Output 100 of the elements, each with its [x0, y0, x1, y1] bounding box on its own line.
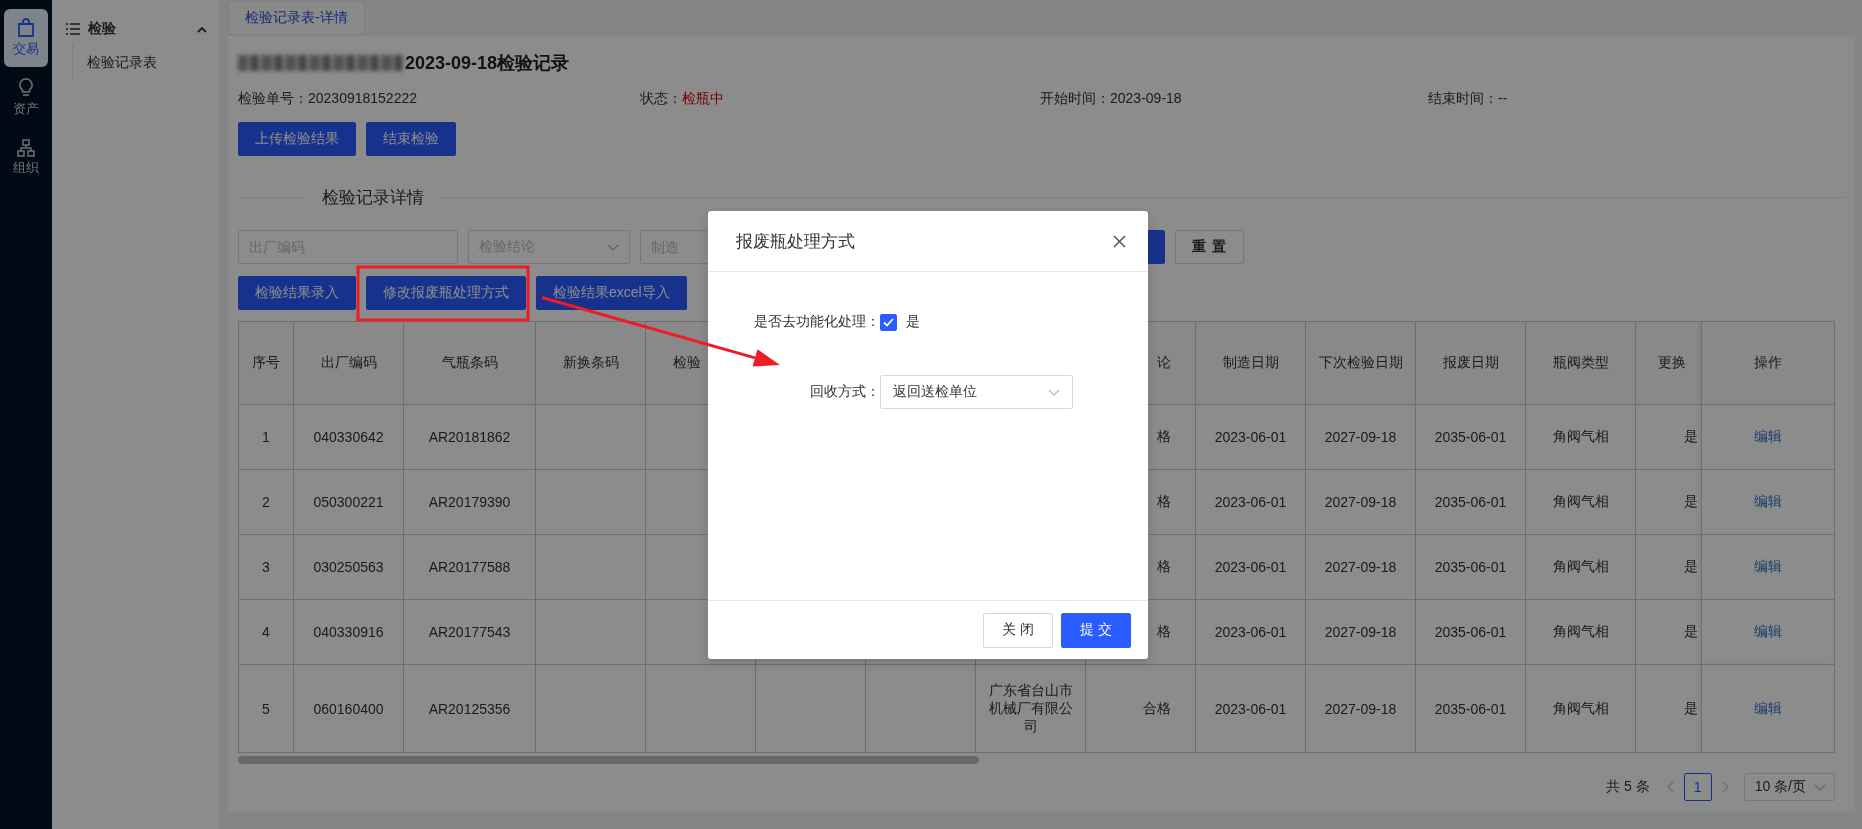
page-size-select[interactable]: 10 条/页	[1743, 773, 1835, 801]
record-title: 2023-09-18检验记录	[405, 52, 570, 75]
caret-icon[interactable]	[197, 25, 207, 33]
toolbar-button[interactable]: 修改报废瓶处理方式	[366, 276, 526, 310]
lightbulb-icon	[18, 78, 34, 98]
column-header: 操作	[1701, 321, 1835, 405]
field-label: 检验单号：	[238, 90, 308, 106]
table-cell: 2027-09-18	[1305, 599, 1416, 665]
org-chart-icon	[17, 139, 35, 157]
table-cell: 2027-09-18	[1305, 469, 1416, 535]
field-label: 状态：	[640, 90, 682, 106]
list-icon	[66, 23, 80, 35]
table-cell: 2	[238, 469, 294, 535]
check-icon	[883, 317, 894, 327]
table-cell: 角阀气相	[1525, 534, 1636, 600]
column-header: 报废日期	[1415, 321, 1526, 405]
table-cell: 角阀气相	[1525, 664, 1636, 753]
table-cell: 040330642	[293, 404, 404, 470]
field-label: 开始时间：	[1040, 90, 1110, 106]
close-button[interactable]: 关 闭	[983, 612, 1053, 648]
table-cell: 角阀气相	[1525, 599, 1636, 665]
table-cell: 是	[1635, 599, 1702, 665]
horizontal-scrollbar[interactable]	[238, 756, 979, 764]
toolbar-button[interactable]: 检验结果录入	[238, 276, 356, 310]
table-cell: 角阀气相	[1525, 469, 1636, 535]
edit-link[interactable]: 编辑	[1754, 493, 1782, 509]
table-cell: 2027-09-18	[1305, 664, 1416, 753]
edit-link[interactable]: 编辑	[1754, 558, 1782, 574]
table-cell: 合格	[1085, 664, 1196, 753]
table-cell: 5	[238, 664, 294, 753]
table-cell: 2035-06-01	[1415, 469, 1526, 535]
checkbox[interactable]	[880, 313, 897, 331]
table-cell: 2027-09-18	[1305, 534, 1416, 600]
column-header: 气瓶条码	[403, 321, 536, 405]
field-value: --	[1498, 90, 1508, 106]
nav-item[interactable]: 资产	[4, 69, 48, 127]
table-cell: 1	[238, 404, 294, 470]
recovery-select[interactable]: 返回送检单位	[880, 375, 1073, 409]
table-cell: 3	[238, 534, 294, 600]
form-label: 回收方式：	[809, 383, 880, 401]
table-cell: 2027-09-18	[1305, 404, 1416, 470]
table-cell: 050300221	[293, 469, 404, 535]
table-cell: AR20177543	[403, 599, 536, 665]
table-cell: 2023-06-01	[1195, 469, 1306, 535]
column-header: 更换	[1635, 321, 1702, 405]
table-cell: 2035-06-01	[1415, 534, 1526, 600]
table-cell: 是	[1635, 534, 1702, 600]
table-cell: 060160400	[293, 664, 404, 753]
column-header: 瓶阀类型	[1525, 321, 1636, 405]
table-cell: AR20177588	[403, 534, 536, 600]
table-cell: 2023-06-01	[1195, 599, 1306, 665]
table-cell: 角阀气相	[1525, 404, 1636, 470]
column-header: 序号	[238, 321, 294, 405]
section-title: 检验记录详情	[321, 186, 425, 209]
table-cell: AR20125356	[403, 664, 536, 753]
column-header: 制造日期	[1195, 321, 1306, 405]
table-cell: 4	[238, 599, 294, 665]
field-value: 20230918152222	[308, 90, 417, 106]
table-cell: 是	[1635, 404, 1702, 470]
field-value: 检瓶中	[682, 90, 724, 106]
bag-icon	[17, 18, 35, 38]
table-cell: 2035-06-01	[1415, 404, 1526, 470]
table-cell: 040330916	[293, 599, 404, 665]
page-button[interactable]: 1	[1683, 773, 1712, 801]
table-cell: 2035-06-01	[1415, 664, 1526, 753]
edit-link[interactable]: 编辑	[1754, 623, 1782, 639]
nav-label: 组织	[13, 159, 39, 177]
table-cell: 2023-06-01	[1195, 534, 1306, 600]
total-count: 共 5 条	[1606, 778, 1650, 796]
edit-link[interactable]: 编辑	[1754, 699, 1782, 716]
field-value: 2023-09-18	[1110, 90, 1182, 106]
table-cell: 广东省台山市机械厂有限公司	[975, 664, 1086, 753]
menu-item[interactable]: 检验记录表	[73, 48, 219, 78]
column-header: 下次检验日期	[1305, 321, 1416, 405]
nav-label: 交易	[13, 40, 39, 58]
chevron-down-icon	[1814, 783, 1826, 791]
submit-button[interactable]: 提 交	[1061, 612, 1131, 648]
edit-link[interactable]: 编辑	[1754, 428, 1782, 444]
table-cell: 2023-06-01	[1195, 664, 1306, 753]
table-cell: AR20179390	[403, 469, 536, 535]
dialog-title: 报废瓶处理方式	[736, 230, 855, 253]
table-cell: 2023-06-01	[1195, 404, 1306, 470]
form-label: 是否去功能化处理：	[753, 313, 880, 331]
column-header: 出厂编码	[293, 321, 404, 405]
nav-item[interactable]: 交易	[4, 9, 48, 67]
table-cell: 是	[1635, 469, 1702, 535]
chevron-down-icon	[607, 243, 619, 251]
table-cell: 是	[1635, 664, 1702, 753]
reset-button[interactable]: 重 置	[1175, 230, 1244, 264]
close-icon[interactable]	[1113, 234, 1126, 248]
table-cell: 2035-06-01	[1415, 599, 1526, 665]
checkbox-label[interactable]: 是	[906, 313, 920, 331]
nav-label: 资产	[13, 100, 39, 118]
action-button[interactable]: 结束检验	[366, 122, 456, 156]
page-tab[interactable]: 检验记录表-详情	[228, 1, 365, 35]
nav-item[interactable]: 组织	[4, 129, 48, 187]
action-button[interactable]: 上传检验结果	[238, 122, 356, 156]
menu-group[interactable]: 检验	[88, 20, 189, 38]
toolbar-button[interactable]: 检验结果excel导入	[536, 276, 687, 310]
column-header: 新换条码	[535, 321, 646, 405]
